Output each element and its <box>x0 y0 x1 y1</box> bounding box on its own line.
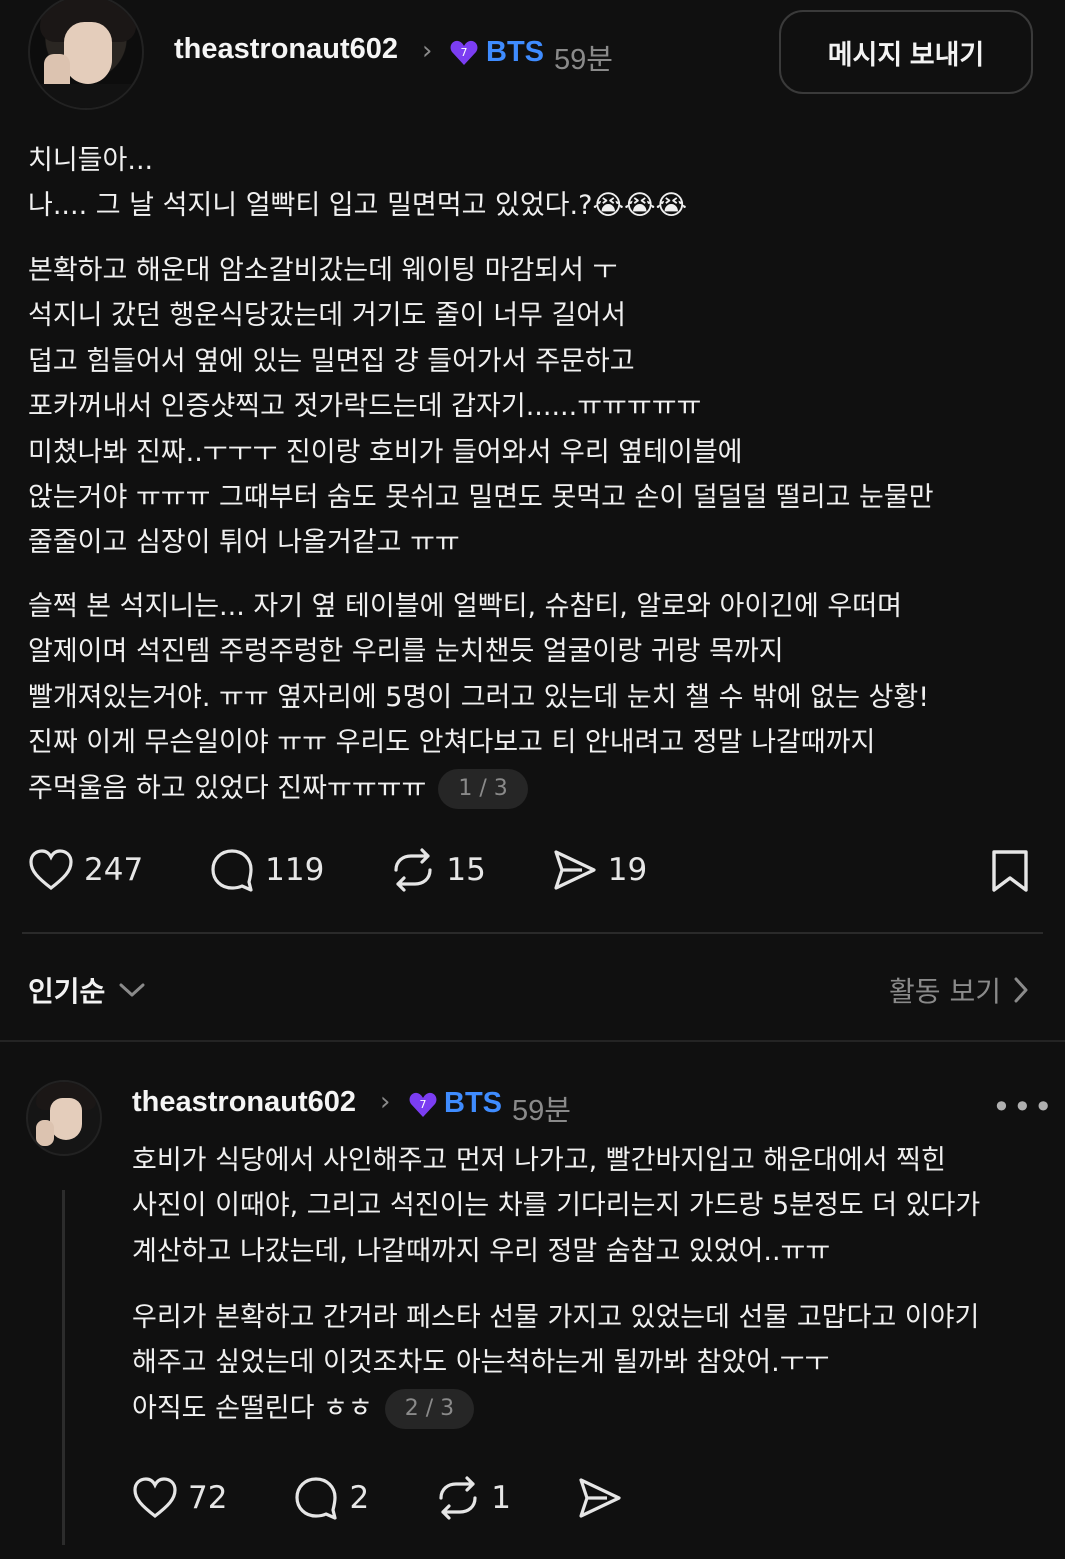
timestamp: 59분 <box>554 44 613 76</box>
reply-username[interactable]: theastronaut602 <box>132 1086 356 1119</box>
reply-comment-count: 2 <box>349 1480 370 1516</box>
page-indicator: 1 / 3 <box>438 769 528 810</box>
post-text-detail: 슬쩍 본 석지니는... 자기 옆 테이블에 얼빡티, 슈참티, 알로와 아이긴… <box>28 584 929 811</box>
reply-text-1: 호비가 식당에서 사인해주고 먼저 나가고, 빨간바지입고 해운대에서 찍힌 사… <box>132 1145 981 1267</box>
chevron-right-icon: › <box>380 1087 391 1117</box>
community-tag[interactable]: BTS <box>486 36 544 69</box>
share-button[interactable]: 19 <box>552 848 647 892</box>
share-icon <box>554 850 596 890</box>
like-count: 247 <box>84 852 144 888</box>
repost-count: 15 <box>446 852 486 888</box>
reply-text-2: 우리가 본확하고 간거라 페스타 선물 가지고 있었는데 선물 고맙다고 이야기… <box>132 1295 979 1431</box>
heart-icon <box>133 1477 177 1519</box>
share-icon <box>579 1478 621 1518</box>
post-text-story: 본확하고 해운대 암소갈비갔는데 웨이팅 마감되서 ㅜ 석지니 갔던 행운식당갔… <box>28 255 934 559</box>
more-icon[interactable]: ••• <box>992 1088 1055 1126</box>
send-message-button[interactable]: 메시지 보내기 <box>779 10 1033 94</box>
reply-repost-button[interactable]: 1 <box>435 1476 511 1520</box>
reply-share-button[interactable] <box>577 1476 633 1520</box>
reply-like-button[interactable]: 72 <box>132 1476 227 1520</box>
heart-icon <box>29 849 73 891</box>
username[interactable]: theastronaut602 <box>174 33 398 66</box>
comment-button[interactable]: 119 <box>209 848 324 892</box>
sort-label: 인기순 <box>28 975 106 1008</box>
post-text-intro: 치니들아... 나.... 그 날 석지니 얼빡티 입고 밀면먹고 있었다.?😭… <box>28 145 688 222</box>
reply-timestamp: 59분 <box>512 1095 571 1127</box>
view-activity-label: 활동 보기 <box>889 975 1001 1008</box>
reply-repost-count: 1 <box>491 1480 511 1516</box>
chevron-right-icon: › <box>422 36 433 66</box>
bookmark-icon[interactable] <box>988 848 1032 894</box>
sort-dropdown[interactable]: 인기순 <box>28 970 147 1010</box>
comment-icon <box>211 849 253 892</box>
post-actions: 247 119 15 19 <box>28 848 713 892</box>
repost-icon <box>439 1476 477 1520</box>
purple-heart-badge-icon: 7 <box>450 40 478 65</box>
reply-text-2-body: 우리가 본확하고 간거라 페스타 선물 가지고 있었는데 선물 고맙다고 이야기… <box>132 1302 980 1424</box>
divider <box>22 932 1043 934</box>
comment-icon <box>295 1477 338 1520</box>
repost-icon <box>394 848 432 892</box>
thread-line <box>62 1190 65 1545</box>
reply-avatar[interactable] <box>26 1080 102 1156</box>
share-count: 19 <box>607 852 648 888</box>
avatar[interactable] <box>28 0 144 110</box>
comment-count: 119 <box>265 852 325 888</box>
svg-text:7: 7 <box>420 1098 427 1111</box>
chevron-down-icon <box>119 983 145 997</box>
reply-actions: 72 2 1 <box>132 1476 699 1520</box>
reply-comment-button[interactable]: 2 <box>293 1476 369 1520</box>
reply-page-indicator: 2 / 3 <box>384 1389 475 1430</box>
reply-like-count: 72 <box>188 1480 228 1516</box>
svg-text:7: 7 <box>461 46 468 59</box>
repost-button[interactable]: 15 <box>390 848 486 892</box>
section-divider <box>0 1040 1065 1042</box>
chevron-right-icon <box>1014 977 1028 1003</box>
reply-community-tag[interactable]: BTS <box>444 1087 502 1120</box>
view-activity-link[interactable]: 활동 보기 <box>889 970 1029 1010</box>
post-header: theastronaut602 › 7 BTS 59분 메시지 보내기 <box>0 0 1065 110</box>
purple-heart-badge-icon: 7 <box>409 1092 437 1117</box>
like-button[interactable]: 247 <box>28 848 143 892</box>
